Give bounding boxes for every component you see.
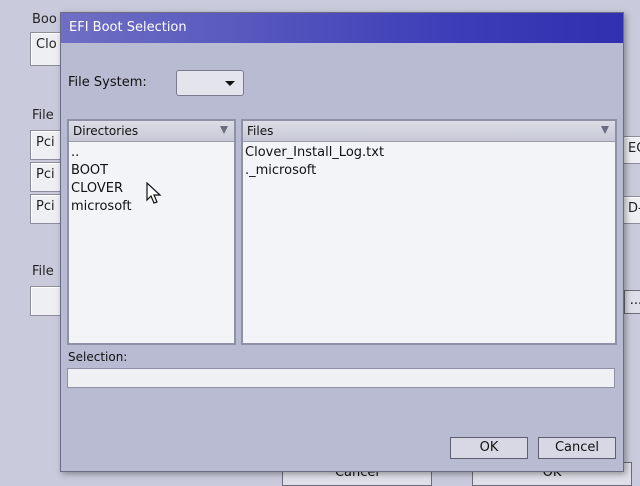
directories-panel: Directories .. BOOT CLOVER microsoft xyxy=(67,119,236,345)
directories-header-label: Directories xyxy=(73,124,139,138)
directory-item[interactable]: .. xyxy=(71,144,234,162)
cancel-button[interactable]: Cancel xyxy=(538,437,616,459)
filter-icon[interactable] xyxy=(220,126,228,134)
browse-button[interactable]: ... xyxy=(624,290,640,314)
directories-header[interactable]: Directories xyxy=(69,121,234,142)
files-header-label: Files xyxy=(247,124,274,138)
files-header[interactable]: Files xyxy=(243,121,615,142)
selection-label: Selection: xyxy=(68,350,128,364)
boot-label: Boo xyxy=(32,12,57,27)
file-label-2: File xyxy=(32,264,54,279)
file-system-label: File System: xyxy=(68,75,147,90)
filter-icon[interactable] xyxy=(601,126,609,134)
mouse-pointer-icon xyxy=(146,182,162,204)
ok-button[interactable]: OK xyxy=(450,437,528,459)
right-field-2[interactable]: D- xyxy=(622,196,640,224)
selection-input[interactable] xyxy=(67,368,615,388)
file-system-select[interactable] xyxy=(176,70,244,96)
files-list: Clover_Install_Log.txt ._microsoft xyxy=(243,142,615,180)
files-panel: Files Clover_Install_Log.txt ._microsoft xyxy=(241,119,617,345)
right-field-1[interactable]: EC xyxy=(622,136,640,164)
efi-boot-selection-dialog: EFI Boot Selection File System: Director… xyxy=(60,12,624,472)
chevron-down-icon xyxy=(225,81,235,86)
file-label-1: File xyxy=(32,108,54,123)
file-item[interactable]: ._microsoft xyxy=(245,162,615,180)
file-item[interactable]: Clover_Install_Log.txt xyxy=(245,144,615,162)
dialog-title: EFI Boot Selection xyxy=(61,13,623,43)
directory-item[interactable]: BOOT xyxy=(71,162,234,180)
